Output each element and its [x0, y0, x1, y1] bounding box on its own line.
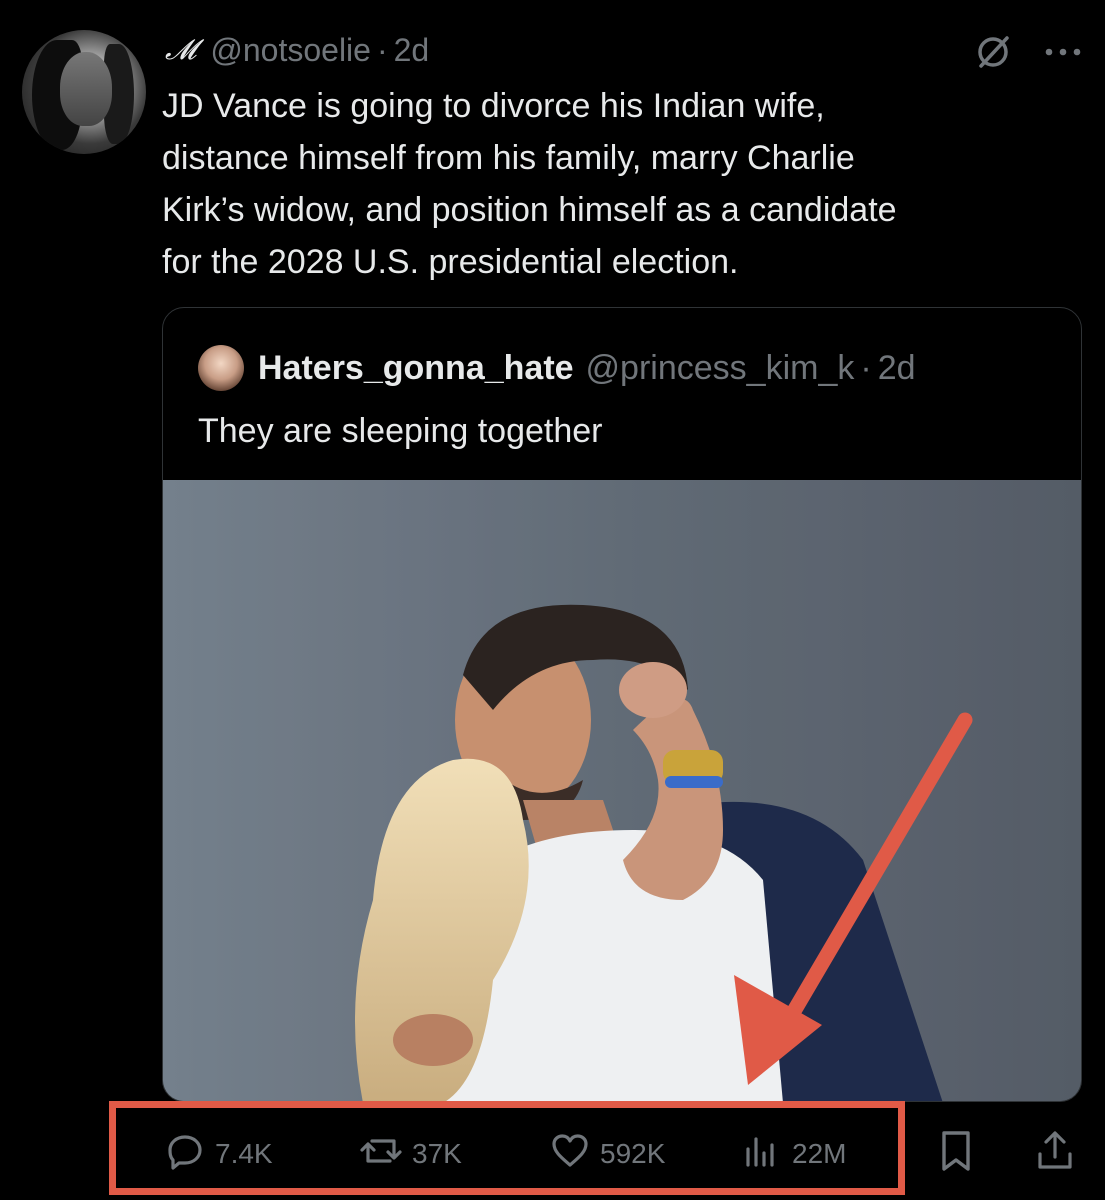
annotation-arrow	[734, 712, 973, 1085]
